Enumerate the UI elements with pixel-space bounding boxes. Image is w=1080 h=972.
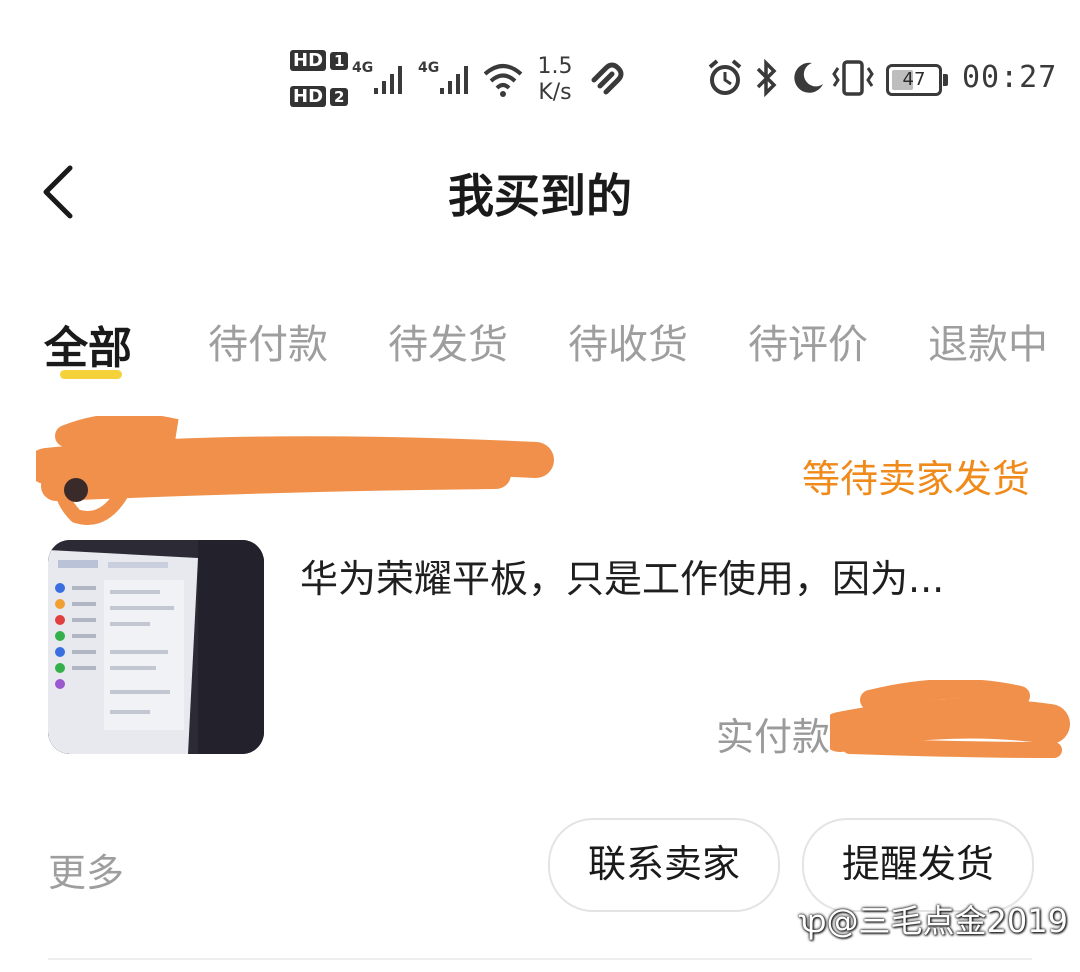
more-button[interactable]: 更多: [48, 842, 124, 897]
sim2-hd-label: HD: [290, 86, 327, 107]
price-redaction: [830, 680, 1070, 758]
sim1-indicator: HD 1: [290, 50, 349, 71]
sim1-hd-label: HD: [290, 50, 327, 71]
tab-pending-payment[interactable]: 待付款: [208, 312, 328, 370]
tab-all[interactable]: 全部: [44, 312, 132, 376]
battery-nub: [943, 74, 948, 86]
tab-pending-shipment[interactable]: 待发货: [388, 312, 508, 370]
tab-pending-receipt[interactable]: 待收货: [568, 312, 688, 370]
contact-seller-button[interactable]: 联系卖家: [548, 818, 780, 912]
page-title: 我买到的: [448, 169, 632, 223]
tablet-photo: [48, 540, 264, 754]
product-title[interactable]: 华为荣耀平板，只是工作使用，因为...: [300, 548, 1040, 603]
active-tab-indicator: [60, 370, 122, 379]
battery-percent: 47: [902, 69, 926, 90]
order-status: 等待卖家发货: [801, 457, 1030, 501]
sim1-number: 1: [330, 52, 349, 70]
sim2-indicator: HD 2: [290, 86, 349, 107]
wifi-icon: [483, 64, 523, 97]
divider: [48, 958, 1032, 960]
clock: 00:27: [962, 60, 1058, 95]
network1-label: 4G: [352, 60, 374, 76]
net-speed: 1.5 K/s: [532, 54, 578, 106]
order-tabs: 全部 待付款 待发货 待收货 待评价 退款中: [0, 312, 1080, 392]
battery-icon: 47: [886, 64, 948, 96]
product-thumbnail[interactable]: [48, 540, 264, 754]
weibo-icon: ꝕ: [798, 902, 827, 940]
signal1-icon: [374, 66, 402, 94]
alarm-icon: [708, 59, 742, 95]
sim2-number: 2: [330, 88, 349, 106]
network2-label: 4G: [418, 60, 440, 76]
watermark-text: @三毛点金2019: [826, 902, 1068, 940]
tab-pending-review[interactable]: 待评价: [748, 312, 868, 370]
watermark: ꝕ@三毛点金2019: [799, 896, 1068, 942]
paid-amount-label: 实付款: [716, 715, 831, 759]
vibrate-icon: [832, 60, 874, 96]
net-speed-unit: K/s: [538, 80, 572, 105]
tab-refunding[interactable]: 退款中: [928, 312, 1048, 370]
status-bar: HD 1 HD 2 4G 4G 1.5 K/s 47 00:27: [0, 40, 1080, 120]
redaction-scribble: [36, 416, 554, 525]
net-speed-value: 1.5: [537, 54, 573, 79]
link-icon: [591, 62, 624, 95]
shop-info[interactable]: [36, 416, 554, 530]
signal2-icon: [440, 66, 468, 94]
bluetooth-icon: [756, 58, 777, 98]
moon-icon: [794, 62, 823, 93]
